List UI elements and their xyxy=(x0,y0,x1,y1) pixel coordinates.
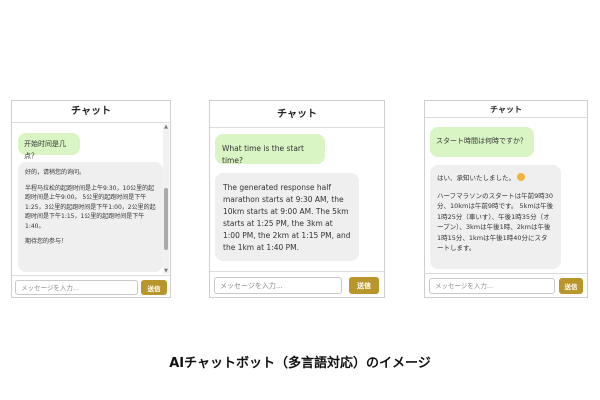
send-button[interactable]: 送信 xyxy=(141,280,167,295)
input-row: 送信 xyxy=(12,275,170,298)
message-input[interactable] xyxy=(214,277,342,294)
bot-message-text: 半程马拉松的起跑时间是上午9:30，10公里的起跑时间是上午9:00。 5公里的… xyxy=(25,184,156,230)
message-input[interactable] xyxy=(429,278,555,294)
bot-message-text: The generated response half marathon sta… xyxy=(223,183,351,252)
bot-message-text: 好的，请稍您的询问。 xyxy=(25,169,86,176)
chat-panel-chinese: チャット 开始时间是几点？ 好的，请稍您的询问。 半程马拉松的起跑时间是上午9:… xyxy=(11,100,171,298)
user-message-text: スタート時間は何時ですか？ xyxy=(436,137,527,145)
message-input[interactable] xyxy=(15,280,138,295)
user-message: What time is the start time? xyxy=(215,134,325,165)
input-row: 送信 xyxy=(210,271,384,298)
chat-title: チャット xyxy=(71,106,111,117)
scroll-down-icon[interactable]: ▼ xyxy=(163,268,169,274)
image-caption: AIチャットボット（多言語対応）のイメージ xyxy=(169,356,431,371)
message-scrollbar[interactable]: ▲ ▼ xyxy=(163,124,169,274)
chat-title: チャット xyxy=(277,109,317,120)
bot-message: はい、承知いたしました。 ハーフマラソンのスタートは午前9時30分、10kmは午… xyxy=(430,165,561,269)
bot-message: 好的，请稍您的询问。 半程马拉松的起跑时间是上午9:30，10公里的起跑时间是上… xyxy=(18,162,163,272)
user-message: 开始时间是几点？ xyxy=(18,133,80,160)
chat-header: チャット xyxy=(425,101,587,118)
bot-message: The generated response half marathon sta… xyxy=(215,173,359,261)
chat-header: チャット xyxy=(12,101,170,123)
input-row: 送信 xyxy=(425,273,587,298)
send-button[interactable]: 送信 xyxy=(349,277,379,294)
send-button[interactable]: 送信 xyxy=(559,278,583,294)
user-message: スタート時間は何時ですか？ xyxy=(430,127,534,157)
chat-header: チャット xyxy=(210,101,384,128)
bot-message-text: 期待您的参与！ xyxy=(25,238,68,245)
message-list: What time is the start time? The generat… xyxy=(210,129,384,271)
scroll-up-icon[interactable]: ▲ xyxy=(163,124,169,130)
chat-panel-japanese: チャット スタート時間は何時ですか？ はい、承知いたしました。 ハーフマラソンの… xyxy=(424,100,588,298)
user-message-text: What time is the start time? xyxy=(222,144,304,165)
message-list: 开始时间是几点？ 好的，请稍您的询问。 半程马拉松的起跑时间是上午9:30，10… xyxy=(12,124,170,274)
user-message-text: 开始时间是几点？ xyxy=(24,140,66,160)
chat-title: チャット xyxy=(490,105,522,114)
bot-message-text: はい、承知いたしました。 xyxy=(437,174,515,182)
scroll-thumb[interactable] xyxy=(164,188,168,250)
message-list: スタート時間は何時ですか？ はい、承知いたしました。 ハーフマラソンのスタートは… xyxy=(425,119,587,273)
smile-emoji-icon xyxy=(517,173,526,181)
bot-message-text: はい、承知いたしました。 xyxy=(437,173,554,184)
chat-panel-english: チャット What time is the start time? The ge… xyxy=(209,100,385,298)
bot-message-text: ハーフマラソンのスタートは午前9時30分、10kmは午前9時です。 5kmは午後… xyxy=(437,191,554,253)
